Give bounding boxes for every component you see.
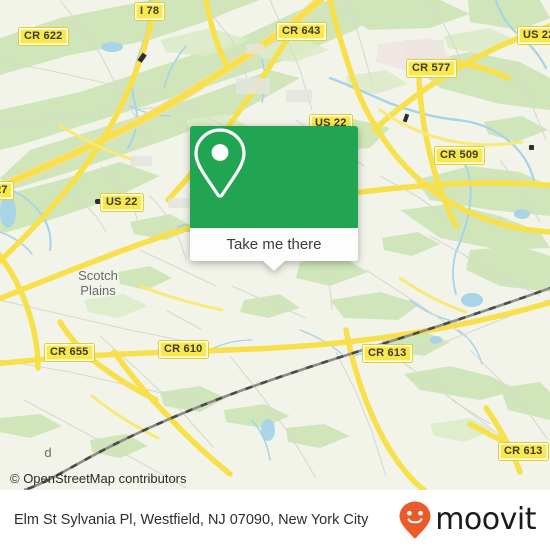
take-me-there-label: Take me there xyxy=(226,236,322,253)
place-label-clipped: d xyxy=(44,445,52,460)
screenshot-root: I 78 CR 622 CR 643 US 22 CR 577 US 22 CR 509 27… xyxy=(0,0,550,550)
road-shield-cr-613-se: CR 613 xyxy=(498,442,549,461)
road-shield-cr-622: CR 622 xyxy=(18,27,69,46)
place-label-scotch-plains: Scotch Plains xyxy=(78,268,118,298)
road-shield-i-78: I 78 xyxy=(134,2,166,21)
location-popup-card[interactable]: Take me there xyxy=(190,126,358,271)
road-shield-us-22-w: US 22 xyxy=(100,193,144,212)
moovit-logo[interactable]: moovit xyxy=(398,500,536,540)
road-shield-cr-610: CR 610 xyxy=(158,340,209,359)
road-shield-cr-613-mid: CR 613 xyxy=(362,344,413,363)
osm-attribution: © OpenStreetMap contributors xyxy=(10,471,187,486)
popup-header xyxy=(190,126,358,228)
take-me-there-button[interactable]: Take me there xyxy=(190,228,358,271)
moovit-wordmark: moovit xyxy=(435,502,536,537)
moovit-pin-icon xyxy=(399,501,431,539)
road-shield-cr-509: CR 509 xyxy=(434,146,485,165)
map-canvas[interactable]: I 78 CR 622 CR 643 US 22 CR 577 US 22 CR 509 27… xyxy=(0,0,550,490)
popup-pointer-tail xyxy=(263,261,285,271)
road-shield-cr-643: CR 643 xyxy=(276,22,327,41)
footer-bar: Elm St Sylvania Pl, Westfield, NJ 07090,… xyxy=(0,490,550,550)
map-pin-icon xyxy=(194,128,246,198)
road-shield-27: 27 xyxy=(0,181,14,200)
address-text: Elm St Sylvania Pl, Westfield, NJ 07090,… xyxy=(14,512,369,528)
road-shield-us-22-ne: US 22 xyxy=(517,26,550,45)
road-shield-cr-655: CR 655 xyxy=(44,343,95,362)
road-shield-cr-577: CR 577 xyxy=(406,59,457,78)
